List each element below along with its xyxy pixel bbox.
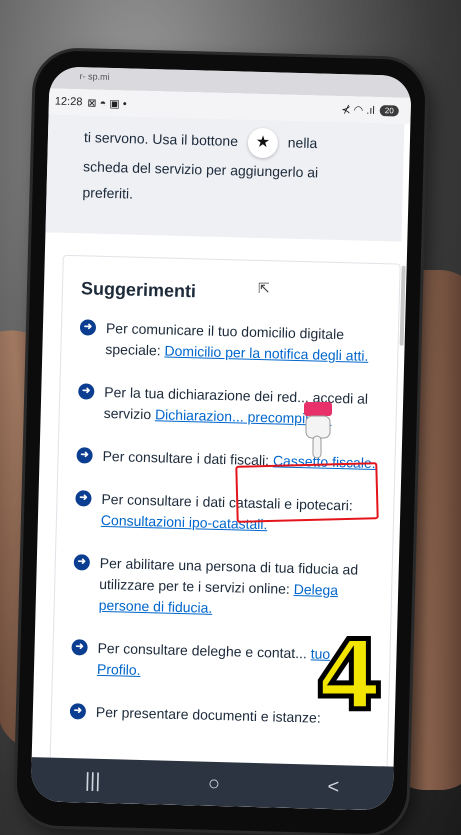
android-nav-bar: ||| ○ < (30, 757, 394, 811)
back-icon[interactable]: < (327, 775, 339, 798)
clock: 12:28 (54, 95, 83, 109)
arrow-right-icon: ➜ (75, 490, 92, 507)
info-line1-after: nella (287, 134, 318, 152)
suggestion-item: ➜ Per abilitare una persona di tua fiduc… (72, 552, 378, 623)
suggestion-text: Per presentare documenti e istanze: (95, 703, 321, 726)
red-highlight-box (235, 462, 379, 523)
suggestion-item: ➜ Per comunicare il tuo domicilio digita… (79, 317, 384, 367)
scrollbar[interactable] (399, 265, 406, 346)
home-icon[interactable]: ○ (208, 772, 221, 795)
arrow-right-icon: ➜ (73, 554, 91, 571)
arrow-right-icon: ➜ (79, 319, 97, 336)
info-line1: ti servono. Usa il bottone (83, 129, 239, 150)
suggestions-title: Suggerimenti (80, 278, 197, 302)
step-number-badge: 4 (314, 620, 386, 732)
mouse-cursor-icon: ⇱ (258, 280, 270, 296)
notification-icons: ⊠ ◓ ▣ • (87, 96, 127, 110)
link-domicilio[interactable]: Domicilio per la notifica degli atti. (164, 342, 368, 363)
recent-apps-icon[interactable]: ||| (85, 769, 101, 792)
arrow-right-icon: ➜ (78, 383, 95, 400)
battery-icon: 20 (379, 104, 399, 117)
signal-icons: ⊀ ◠ .ıl (341, 103, 375, 117)
arrow-right-icon: ➜ (76, 447, 93, 464)
arrow-right-icon: ➜ (71, 639, 88, 656)
pointing-hand-icon (304, 402, 332, 459)
favorites-info-box: ti servono. Usa il bottone ★ nella sched… (45, 114, 405, 242)
arrow-right-icon: ➜ (69, 703, 87, 720)
suggestion-text: Per consultare deleghe e contat... (97, 639, 311, 662)
star-icon: ★ (247, 127, 279, 159)
